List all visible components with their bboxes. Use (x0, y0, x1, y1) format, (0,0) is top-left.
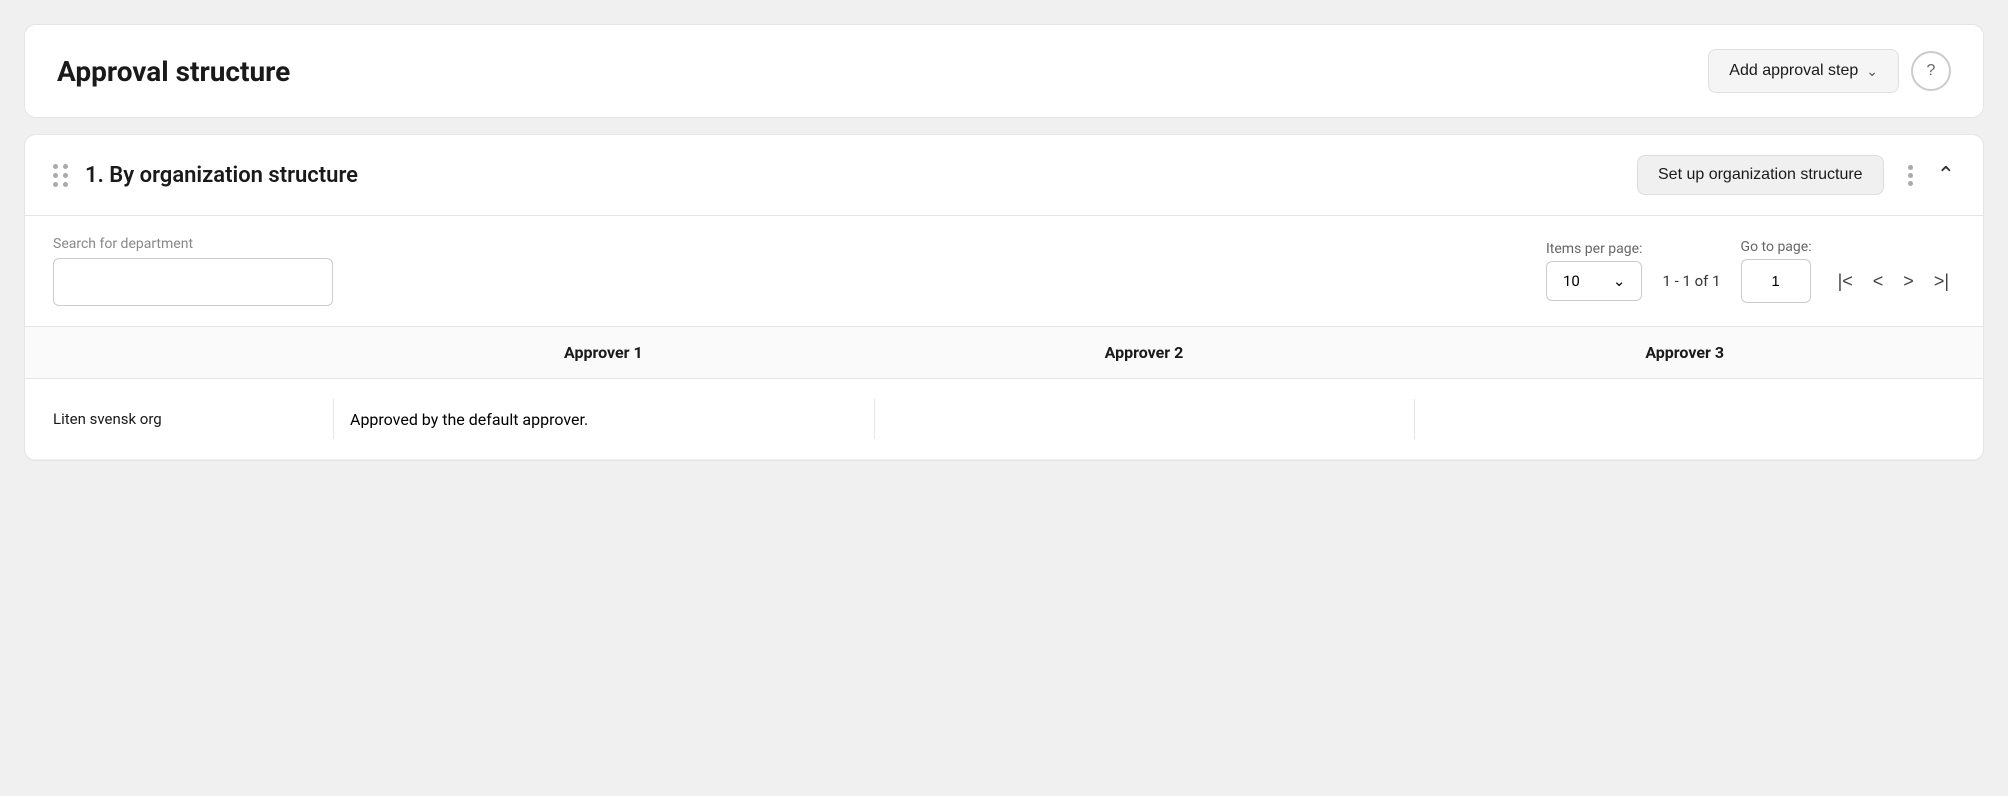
collapse-button[interactable]: ⌃ (1937, 162, 1955, 188)
add-approval-step-button[interactable]: Add approval step ⌄ (1708, 49, 1899, 93)
help-icon: ? (1927, 62, 1936, 80)
go-to-page: Go to page: (1741, 239, 1812, 303)
items-per-page-value: 10 (1563, 272, 1580, 290)
dot (53, 173, 58, 178)
dot (63, 164, 68, 169)
add-approval-label: Add approval step (1729, 62, 1858, 80)
section-header-left: 1. By organization structure (53, 163, 358, 188)
chevron-down-icon: ⌄ (1866, 63, 1878, 80)
search-label: Search for department (53, 236, 333, 252)
table-header-approver3: Approver 3 (1414, 343, 1955, 362)
dot (1908, 181, 1913, 186)
top-card-actions: Add approval step ⌄ ? (1708, 49, 1951, 93)
search-input[interactable] (53, 258, 333, 306)
search-section: Search for department (53, 236, 333, 306)
go-to-page-label: Go to page: (1741, 239, 1812, 255)
chevron-up-icon: ⌃ (1937, 162, 1955, 187)
section-card: 1. By organization structure Set up orga… (24, 134, 1984, 461)
section-header: 1. By organization structure Set up orga… (25, 135, 1983, 216)
dot (1908, 165, 1913, 170)
dot (63, 182, 68, 187)
items-per-page-select[interactable]: 10 ⌄ (1546, 261, 1642, 301)
dot (53, 164, 58, 169)
table-cell-department: Liten svensk org (53, 410, 333, 428)
table: Approver 1 Approver 2 Approver 3 Liten s… (25, 327, 1983, 460)
table-header-approver2: Approver 2 (874, 343, 1415, 362)
more-options-button[interactable] (1900, 161, 1921, 190)
last-page-button[interactable]: >| (1928, 267, 1955, 296)
dot (1908, 173, 1913, 178)
dot (63, 173, 68, 178)
table-cell-approver3 (1414, 399, 1955, 439)
pagination-controls: Items per page: 10 ⌄ 1 - 1 of 1 Go to pa… (1546, 239, 1955, 303)
next-page-button[interactable]: > (1897, 267, 1920, 296)
top-card: Approval structure Add approval step ⌄ ? (24, 24, 1984, 118)
drag-handle-icon[interactable] (53, 164, 69, 187)
items-per-page: Items per page: 10 ⌄ (1546, 241, 1642, 301)
help-button[interactable]: ? (1911, 51, 1951, 91)
dot (53, 182, 58, 187)
items-chevron-down-icon: ⌄ (1613, 272, 1626, 290)
section-title: 1. By organization structure (85, 163, 358, 188)
page-title: Approval structure (57, 55, 290, 88)
approver1-default-text: Approved by the default approver. (350, 410, 588, 429)
table-row: Liten svensk org Approved by the default… (25, 379, 1983, 460)
items-per-page-label: Items per page: (1546, 241, 1642, 257)
more-dots-icon (1908, 165, 1913, 186)
table-header-department (53, 343, 333, 362)
table-cell-approver2 (874, 399, 1415, 439)
page-info: 1 - 1 of 1 (1662, 272, 1720, 290)
prev-page-button[interactable]: < (1867, 267, 1890, 296)
nav-buttons: |< < > >| (1832, 267, 1955, 296)
first-page-button[interactable]: |< (1832, 267, 1859, 296)
controls-row: Search for department Items per page: 10… (25, 216, 1983, 327)
setup-org-structure-button[interactable]: Set up organization structure (1637, 155, 1884, 195)
table-header-row: Approver 1 Approver 2 Approver 3 (25, 327, 1983, 379)
section-header-right: Set up organization structure ⌃ (1637, 155, 1955, 195)
table-header-approver1: Approver 1 (333, 343, 874, 362)
go-to-page-input[interactable] (1741, 259, 1811, 303)
table-cell-approver1: Approved by the default approver. (333, 399, 874, 439)
